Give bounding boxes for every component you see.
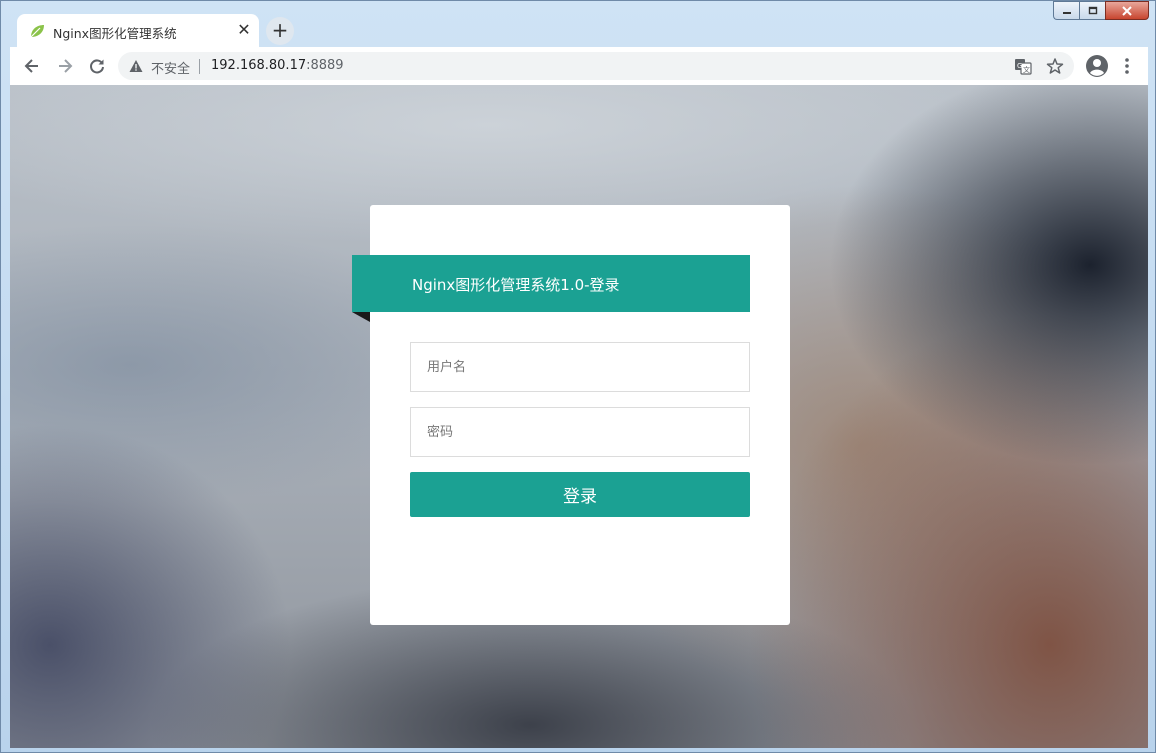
login-header-ribbon: Nginx图形化管理系统1.0-登录: [352, 255, 750, 312]
tab-title: Nginx图形化管理系统: [53, 26, 177, 41]
svg-text:G: G: [1017, 62, 1022, 70]
maximize-icon: [1088, 6, 1097, 15]
warning-icon[interactable]: [129, 59, 143, 73]
login-title: Nginx图形化管理系统1.0-登录: [412, 276, 620, 294]
tab-close-icon[interactable]: ✕: [235, 21, 253, 39]
ribbon-fold: [352, 312, 370, 322]
leaf-icon: [30, 25, 44, 38]
tab-strip: Nginx图形化管理系统 ✕ +: [1, 1, 1155, 48]
close-window-button[interactable]: [1105, 1, 1149, 20]
browser-tab[interactable]: Nginx图形化管理系统 ✕: [17, 14, 259, 48]
url-host: 192.168.80.17: [211, 58, 307, 73]
translate-icon[interactable]: G 文: [1014, 57, 1032, 75]
password-input[interactable]: [410, 407, 750, 457]
security-label[interactable]: 不安全: [151, 58, 190, 77]
url-text[interactable]: 192.168.80.17:8889: [211, 58, 344, 73]
address-divider: [199, 59, 200, 74]
login-button[interactable]: 登录: [410, 472, 750, 517]
username-input[interactable]: [410, 342, 750, 392]
forward-arrow-icon[interactable]: [55, 56, 75, 76]
more-vert-icon[interactable]: [1122, 56, 1132, 76]
address-bar[interactable]: 不安全 192.168.80.17:8889 G 文: [118, 52, 1074, 80]
new-tab-button[interactable]: +: [266, 17, 294, 45]
window-controls: [1053, 1, 1149, 21]
profile-icon[interactable]: [1085, 54, 1109, 78]
bookmark-star-icon[interactable]: [1046, 57, 1064, 75]
browser-window: Nginx图形化管理系统 ✕ + 不安全 192.168.80.17:8889 …: [0, 0, 1156, 753]
browser-toolbar: 不安全 192.168.80.17:8889 G 文: [10, 47, 1148, 85]
minimize-button[interactable]: [1053, 1, 1079, 20]
login-card: Nginx图形化管理系统1.0-登录 登录: [352, 205, 790, 625]
minimize-icon: [1062, 11, 1071, 14]
back-arrow-icon[interactable]: [22, 56, 42, 76]
reload-icon[interactable]: [87, 56, 107, 76]
url-port: :8889: [306, 58, 344, 73]
page-viewport: Nginx图形化管理系统1.0-登录 登录: [10, 85, 1148, 748]
close-icon: [1122, 5, 1132, 16]
maximize-button[interactable]: [1079, 1, 1105, 20]
svg-text:文: 文: [1023, 65, 1030, 74]
